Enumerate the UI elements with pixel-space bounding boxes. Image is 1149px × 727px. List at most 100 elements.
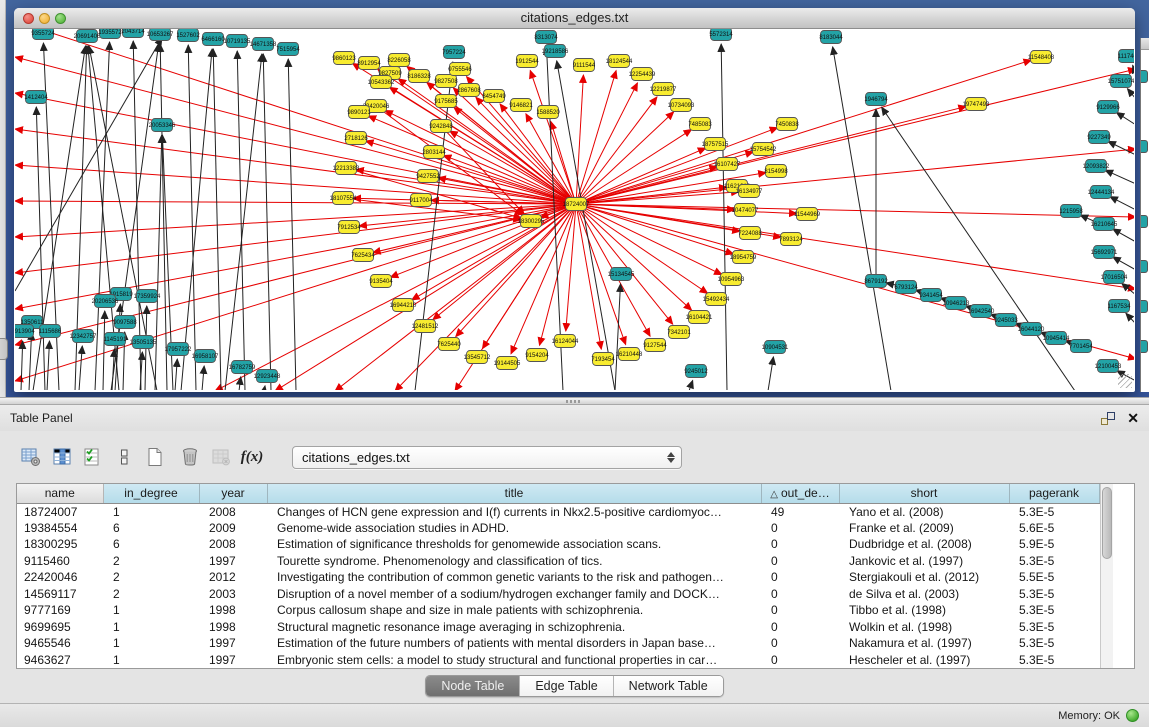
table-cell[interactable]: 0: [761, 586, 839, 603]
graph-node[interactable]: 1167534: [1108, 300, 1132, 313]
graph-node[interactable]: 18107554: [330, 192, 357, 205]
graph-node[interactable]: 9245012: [684, 365, 708, 378]
graph-node[interactable]: 9890121: [347, 106, 371, 119]
table-cell[interactable]: 0: [761, 619, 839, 636]
graph-node[interactable]: 1115686: [39, 325, 62, 338]
table-cell[interactable]: 1: [103, 619, 199, 636]
graph-node[interactable]: 1935572: [98, 29, 122, 39]
table-cell[interactable]: Wolkin et al. (1998): [839, 619, 1009, 636]
table-cell[interactable]: Hescheler et al. (1997): [839, 652, 1009, 669]
graph-node[interactable]: 16104421: [686, 311, 713, 324]
graph-node[interactable]: 7625440: [437, 338, 461, 351]
table-cell[interactable]: 18724007: [17, 503, 103, 520]
graph-node[interactable]: [1140, 70, 1148, 83]
graph-node[interactable]: 10719135: [224, 35, 251, 48]
table-cell[interactable]: 6: [103, 536, 199, 553]
table-cell[interactable]: 9777169: [17, 602, 103, 619]
table-cell[interactable]: 9463627: [17, 652, 103, 669]
graph-node[interactable]: 16958107: [192, 350, 219, 363]
function-builder-button[interactable]: f(x): [239, 444, 265, 470]
graph-node[interactable]: 8226058: [387, 54, 411, 67]
table-cell[interactable]: 2009: [199, 520, 267, 537]
graph-node[interactable]: 12481512: [412, 320, 439, 333]
graph-node[interactable]: 20053346: [149, 119, 176, 132]
graph-node[interactable]: 15751074: [1108, 75, 1134, 88]
graph-node[interactable]: 12254439: [629, 68, 656, 81]
close-panel-icon[interactable]: ✕: [1127, 411, 1139, 425]
float-panel-icon[interactable]: [1101, 412, 1115, 425]
table-cell[interactable]: Stergiakouli et al. (2012): [839, 569, 1009, 586]
table-cell[interactable]: 9465546: [17, 635, 103, 652]
graph-node[interactable]: 18724007: [563, 198, 590, 211]
table-row[interactable]: 1456911722003Disruption of a novel membe…: [17, 586, 1099, 603]
graph-node[interactable]: 8186328: [407, 70, 431, 83]
table-row[interactable]: 1830029562008Estimation of significance …: [17, 536, 1099, 553]
table-cell[interactable]: 1997: [199, 553, 267, 570]
graph-node[interactable]: 12342757: [70, 330, 97, 343]
table-cell[interactable]: 18300295: [17, 536, 103, 553]
graph-node[interactable]: 6793124: [894, 281, 918, 294]
table-cell[interactable]: Estimation of the future numbers of pati…: [267, 635, 761, 652]
table-cell[interactable]: 5.9E-5: [1009, 536, 1099, 553]
graph-node[interactable]: 9117004: [410, 194, 434, 207]
table-cell[interactable]: Investigating the contribution of common…: [267, 569, 761, 586]
graph-node[interactable]: 9341454: [919, 289, 943, 302]
graph-node[interactable]: 7957224: [442, 46, 466, 59]
graph-node[interactable]: 7450838: [775, 118, 799, 131]
table-cell[interactable]: 5.3E-5: [1009, 652, 1099, 669]
graph-node[interactable]: 7701454: [1069, 340, 1093, 353]
graph-node[interactable]: 1588520: [536, 106, 560, 119]
graph-node[interactable]: 7342101: [667, 326, 691, 339]
table-cell[interactable]: 49: [761, 503, 839, 520]
graph-node[interactable]: 7515954: [276, 43, 300, 56]
table-cell[interactable]: Nakamura et al. (1997): [839, 635, 1009, 652]
table-row[interactable]: 1872400712008Changes of HCN gene express…: [17, 503, 1099, 520]
graph-node[interactable]: 20691406: [74, 30, 101, 43]
graph-node[interactable]: 17957222: [165, 343, 192, 356]
table-cell[interactable]: Estimation of significance thresholds fo…: [267, 536, 761, 553]
table-cell[interactable]: 1: [103, 602, 199, 619]
graph-node[interactable]: 7912534: [337, 221, 361, 234]
graph-node[interactable]: 2867608: [457, 84, 481, 97]
table-cell[interactable]: Yano et al. (2008): [839, 503, 1009, 520]
graph-node[interactable]: 3913904: [15, 325, 35, 338]
graph-node[interactable]: 9127544: [643, 339, 667, 352]
graph-node[interactable]: 9827508: [434, 75, 458, 88]
graph-node[interactable]: 9355724: [31, 29, 55, 40]
column-header-out_de[interactable]: △out_de…: [761, 484, 839, 503]
graph-node[interactable]: 1215958: [1059, 205, 1083, 218]
graph-node[interactable]: 6466160: [201, 33, 225, 46]
select-rows-button[interactable]: [80, 444, 106, 470]
table-cell[interactable]: 9115460: [17, 553, 103, 570]
graph-node[interactable]: [1140, 300, 1148, 313]
table-cell[interactable]: 5.5E-5: [1009, 569, 1099, 586]
graph-node[interactable]: 10474077: [732, 204, 759, 217]
table-cell[interactable]: 1998: [199, 602, 267, 619]
graph-node[interactable]: 18757515: [702, 138, 729, 151]
table-cell[interactable]: 0: [761, 569, 839, 586]
column-header-year[interactable]: year: [199, 484, 267, 503]
graph-node[interactable]: 10653267: [147, 29, 174, 41]
table-cell[interactable]: 0: [761, 602, 839, 619]
graph-node[interactable]: 19144505: [494, 357, 521, 370]
column-header-name[interactable]: name: [17, 484, 103, 503]
network-window-titlebar[interactable]: citations_edges.txt: [14, 8, 1135, 29]
graph-node[interactable]: 11548408: [1028, 51, 1055, 64]
graph-node[interactable]: 9111544: [573, 59, 596, 72]
graph-node[interactable]: 1912544: [515, 55, 539, 68]
table-cell[interactable]: 2012: [199, 569, 267, 586]
row-height-button[interactable]: [111, 444, 137, 470]
table-row[interactable]: 946362711997Embryonic stem cells: a mode…: [17, 652, 1099, 669]
table-cell[interactable]: 2: [103, 586, 199, 603]
graph-node[interactable]: 9129966: [1096, 101, 1120, 114]
graph-node[interactable]: 9860123: [332, 52, 356, 65]
table-cell[interactable]: 9699695: [17, 619, 103, 636]
column-header-pagerank[interactable]: pagerank: [1009, 484, 1099, 503]
graph-node[interactable]: 12219877: [650, 83, 677, 96]
delete-table-button[interactable]: [208, 444, 234, 470]
graph-node[interactable]: [1140, 140, 1148, 153]
graph-node[interactable]: 12100453: [1095, 360, 1122, 373]
table-cell[interactable]: 14569117: [17, 586, 103, 603]
table-cell[interactable]: 2008: [199, 503, 267, 520]
graph-node[interactable]: 8154998: [764, 165, 788, 178]
